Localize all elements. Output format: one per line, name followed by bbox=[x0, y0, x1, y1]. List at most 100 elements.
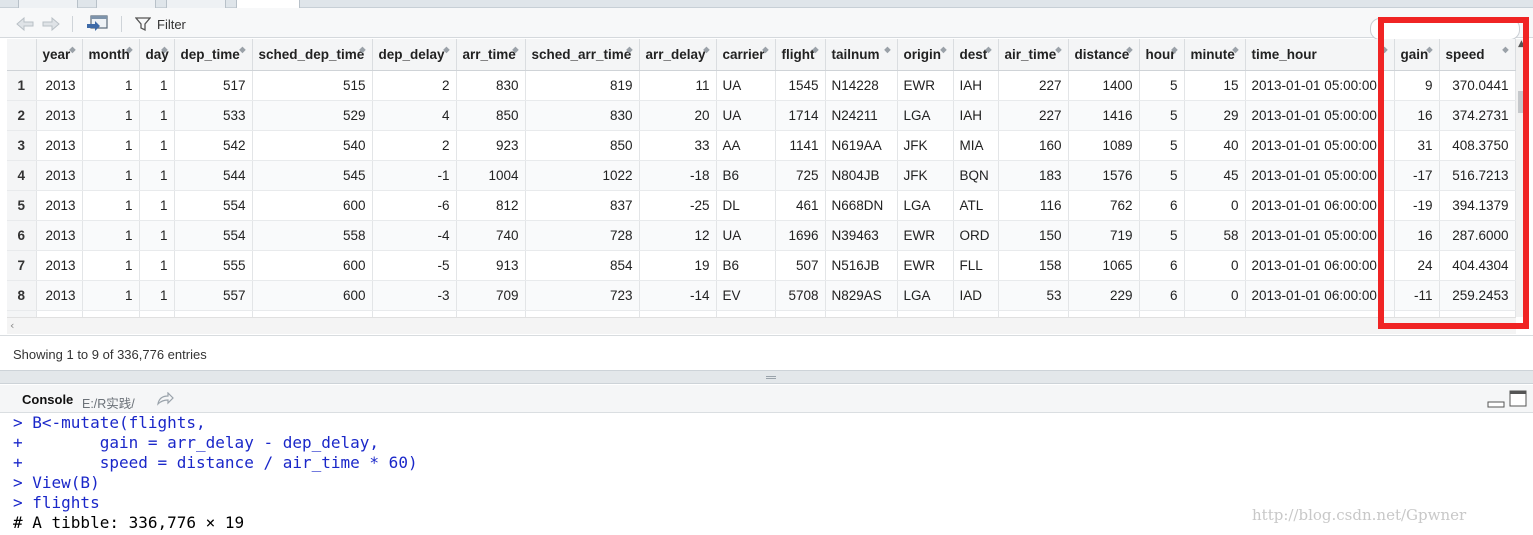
table-row[interactable] bbox=[7, 310, 1516, 317]
table-row[interactable]: 7 2013 1 1 555 600 -5 913 854 19 B6 507 N516JB EWR FLL… bbox=[7, 250, 1516, 281]
console-command-line: + speed = distance / air_time * 60) bbox=[13, 453, 418, 472]
column-header-air-time[interactable]: air_time ◆ bbox=[998, 39, 1069, 71]
column-header-origin[interactable]: origin ◆ bbox=[897, 39, 954, 71]
table-cell: 2013 bbox=[36, 160, 83, 191]
row-number: 1 bbox=[7, 70, 37, 101]
table-row[interactable]: 4 2013 1 1 544 545 -1 1004 1022 -18 B6 725 N804JB JFK… bbox=[7, 160, 1516, 191]
table-cell: 1 bbox=[82, 100, 140, 131]
table-cell: N829AS bbox=[825, 280, 898, 311]
sort-icon[interactable]: ◆ bbox=[512, 45, 518, 54]
editor-tab[interactable] bbox=[96, 0, 156, 8]
table-cell: 723 bbox=[525, 280, 640, 311]
sort-icon[interactable]: ◆ bbox=[1126, 45, 1132, 54]
table-row[interactable]: 2 2013 1 1 533 529 4 850 830 20 UA 1714 N24211 LGA IAH… bbox=[7, 100, 1516, 131]
table-cell bbox=[1184, 310, 1246, 317]
rownum-header[interactable] bbox=[7, 39, 37, 71]
column-header-distance[interactable]: distance ◆ bbox=[1068, 39, 1140, 71]
column-header-sched-arr-time[interactable]: sched_arr_time ◆ bbox=[525, 39, 640, 71]
table-cell: -4 bbox=[372, 220, 457, 251]
sort-icon[interactable]: ◆ bbox=[940, 45, 946, 54]
sort-icon[interactable]: ◆ bbox=[126, 45, 132, 54]
sort-icon[interactable]: ◆ bbox=[359, 45, 365, 54]
table-cell: DL bbox=[716, 190, 776, 221]
column-header-month[interactable]: month ◆ bbox=[82, 39, 140, 71]
minimize-pane-icon[interactable] bbox=[1487, 393, 1505, 412]
table-cell bbox=[716, 310, 776, 317]
sort-icon[interactable]: ◆ bbox=[812, 45, 818, 54]
row-number: 5 bbox=[7, 190, 37, 221]
pane-divider bbox=[0, 335, 1533, 336]
column-header-year[interactable]: year ◆ bbox=[36, 39, 83, 71]
table-cell: 1576 bbox=[1068, 160, 1140, 191]
sort-icon[interactable]: ◆ bbox=[239, 45, 245, 54]
column-header-carrier[interactable]: carrier ◆ bbox=[716, 39, 776, 71]
popout-window-icon[interactable] bbox=[84, 14, 110, 34]
column-header-arr-time[interactable]: arr_time ◆ bbox=[456, 39, 526, 71]
data-viewer-toolbar: Filter bbox=[0, 8, 1533, 40]
row-number: 8 bbox=[7, 280, 37, 311]
table-cell: LGA bbox=[897, 100, 954, 131]
table-cell: 1 bbox=[139, 250, 175, 281]
table-cell: LGA bbox=[897, 190, 954, 221]
console-command-line: > B<-mutate(flights, bbox=[13, 413, 206, 432]
filter-button-label[interactable]: Filter bbox=[157, 17, 186, 32]
table-cell: N14228 bbox=[825, 70, 898, 101]
table-cell: 461 bbox=[775, 190, 826, 221]
forward-arrow-icon[interactable] bbox=[40, 14, 62, 34]
sort-icon[interactable]: ◆ bbox=[1055, 45, 1061, 54]
table-row[interactable]: 5 2013 1 1 554 600 -6 812 837 -25 DL 461 N668DN LGA AT… bbox=[7, 190, 1516, 221]
sort-icon[interactable]: ◆ bbox=[443, 45, 449, 54]
sort-icon[interactable]: ◆ bbox=[762, 45, 768, 54]
column-header-time-hour[interactable]: time_hour ◆ bbox=[1245, 39, 1395, 71]
table-cell: 1065 bbox=[1068, 250, 1140, 281]
table-cell: 740 bbox=[456, 220, 526, 251]
table-row[interactable]: 3 2013 1 1 542 540 2 923 850 33 AA 1141 N619AA JFK MIA… bbox=[7, 130, 1516, 161]
sort-icon[interactable]: ◆ bbox=[626, 45, 632, 54]
sort-icon[interactable]: ◆ bbox=[1171, 45, 1177, 54]
sort-icon[interactable]: ◆ bbox=[703, 45, 709, 54]
splitter-grip-icon[interactable] bbox=[766, 376, 776, 379]
scroll-left-icon[interactable]: ‹ bbox=[10, 319, 14, 332]
sort-icon[interactable]: ◆ bbox=[1232, 45, 1238, 54]
table-cell bbox=[1139, 310, 1185, 317]
table-cell bbox=[1068, 310, 1140, 317]
table-cell: 116 bbox=[998, 190, 1069, 221]
table-cell: 1022 bbox=[525, 160, 640, 191]
table-cell: UA bbox=[716, 70, 776, 101]
maximize-pane-icon[interactable] bbox=[1509, 390, 1527, 411]
table-cell bbox=[639, 310, 717, 317]
console-tab-title[interactable]: Console bbox=[22, 392, 73, 407]
table-cell: 183 bbox=[998, 160, 1069, 191]
sort-icon[interactable]: ◆ bbox=[884, 45, 890, 54]
table-cell: 29 bbox=[1184, 100, 1246, 131]
column-header-arr-delay[interactable]: arr_delay ◆ bbox=[639, 39, 717, 71]
sort-icon[interactable]: ◆ bbox=[69, 45, 75, 54]
horizontal-scrollbar[interactable]: ‹ bbox=[7, 317, 1516, 334]
table-cell: 600 bbox=[252, 250, 373, 281]
column-header-sched-dep-time[interactable]: sched_dep_time ◆ bbox=[252, 39, 373, 71]
column-header-day[interactable]: day ◆ bbox=[139, 39, 175, 71]
back-arrow-icon[interactable] bbox=[14, 14, 36, 34]
table-cell: -6 bbox=[372, 190, 457, 221]
column-header-dep-time[interactable]: dep_time ◆ bbox=[174, 39, 253, 71]
editor-tab[interactable] bbox=[18, 0, 78, 8]
filter-funnel-icon[interactable] bbox=[133, 14, 153, 34]
sort-icon[interactable]: ◆ bbox=[161, 45, 167, 54]
table-cell: EV bbox=[716, 280, 776, 311]
column-header-tailnum[interactable]: tailnum ◆ bbox=[825, 39, 898, 71]
table-row[interactable]: 6 2013 1 1 554 558 -4 740 728 12 UA 1696 N39463 EWR OR… bbox=[7, 220, 1516, 251]
table-cell: 1 bbox=[139, 130, 175, 161]
column-header-dep-delay[interactable]: dep_delay ◆ bbox=[372, 39, 457, 71]
pane-splitter[interactable] bbox=[0, 370, 1533, 384]
column-header-hour[interactable]: hour ◆ bbox=[1139, 39, 1185, 71]
sort-icon[interactable]: ◆ bbox=[985, 45, 991, 54]
go-to-directory-icon[interactable] bbox=[156, 391, 174, 410]
column-header-minute[interactable]: minute ◆ bbox=[1184, 39, 1246, 71]
data-table: year ◆ month ◆ day ◆ dep_time ◆ sched_dep_time ◆ d… bbox=[7, 39, 1516, 317]
editor-tab[interactable] bbox=[166, 0, 226, 8]
editor-tab-active[interactable] bbox=[236, 0, 300, 8]
table-row[interactable]: 8 2013 1 1 557 600 -3 709 723 -14 EV 5708 N829AS LGA I… bbox=[7, 280, 1516, 311]
column-header-dest[interactable]: dest ◆ bbox=[953, 39, 999, 71]
column-header-flight[interactable]: flight ◆ bbox=[775, 39, 826, 71]
table-row[interactable]: 1 2013 1 1 517 515 2 830 819 11 UA 1545 N14228 EWR IAH… bbox=[7, 70, 1516, 101]
